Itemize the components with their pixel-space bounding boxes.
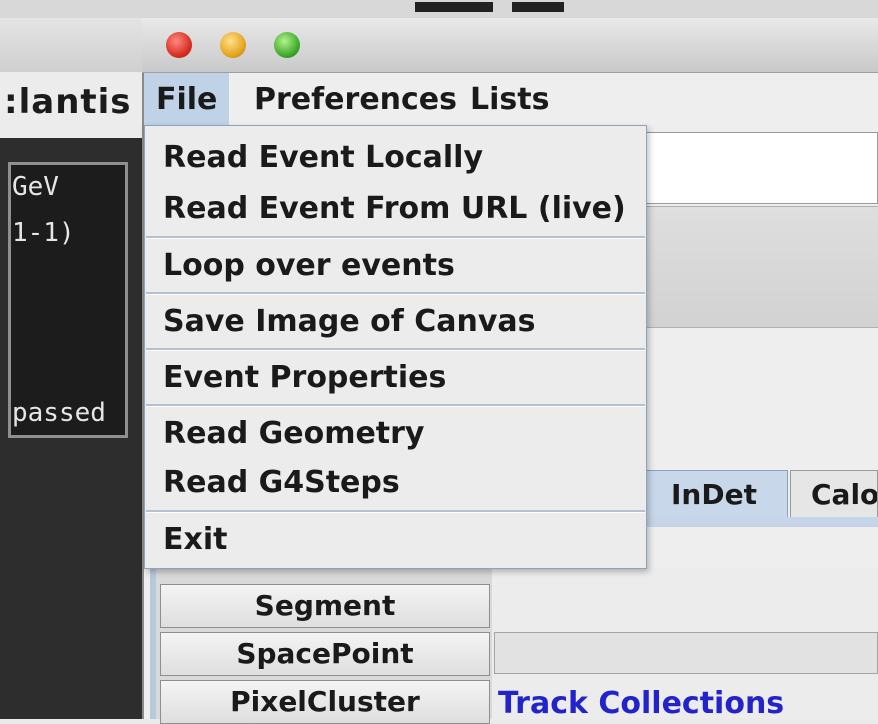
toolbar-region	[640, 206, 878, 328]
menu-item-event-properties[interactable]: Event Properties	[163, 360, 446, 395]
menu-item-read-g4steps[interactable]: Read G4Steps	[163, 465, 400, 500]
menu-separator	[146, 236, 645, 239]
info-line-gev: GeV	[12, 172, 59, 202]
menu-preferences[interactable]: Preferences	[242, 73, 469, 127]
menu-lists[interactable]: Lists	[458, 73, 561, 127]
menu-separator	[146, 292, 645, 295]
menu-separator	[146, 404, 645, 407]
menu-item-loop-over-events[interactable]: Loop over events	[163, 248, 455, 283]
menu-file[interactable]: File	[144, 73, 230, 127]
spacepoint-button[interactable]: SpacePoint	[160, 632, 490, 676]
menu-item-save-image-of-canvas[interactable]: Save Image of Canvas	[163, 304, 536, 339]
top-strip-block	[415, 2, 493, 12]
info-line-run: 1-1)	[12, 218, 75, 248]
background-window-titlebar	[0, 18, 142, 72]
menu-item-read-event-locally[interactable]: Read Event Locally	[163, 140, 483, 175]
right-inner-panel	[494, 632, 878, 674]
minimize-window-button[interactable]	[220, 32, 246, 58]
background-info-panel	[8, 162, 128, 438]
background-window-title: :lantis	[4, 82, 132, 122]
top-strip-block	[512, 2, 564, 12]
track-collections-link[interactable]: Track Collections	[498, 686, 784, 721]
menu-item-exit[interactable]: Exit	[163, 522, 227, 557]
menu-item-read-event-from-url[interactable]: Read Event From URL (live)	[163, 191, 626, 226]
segment-button[interactable]: Segment	[160, 584, 490, 628]
tab-calo[interactable]: Calo	[790, 470, 878, 518]
window-titlebar[interactable]	[142, 18, 878, 73]
tab-indet[interactable]: InDet	[640, 470, 788, 518]
info-line-passed: passed	[12, 398, 106, 428]
menu-separator	[146, 510, 645, 513]
pixelcluster-button[interactable]: PixelCluster	[160, 680, 490, 724]
text-field[interactable]	[640, 132, 878, 204]
menu-item-read-geometry[interactable]: Read Geometry	[163, 416, 425, 451]
system-top-strip	[0, 0, 878, 19]
menu-separator	[146, 348, 645, 351]
close-window-button[interactable]	[166, 32, 192, 58]
zoom-window-button[interactable]	[274, 32, 300, 58]
